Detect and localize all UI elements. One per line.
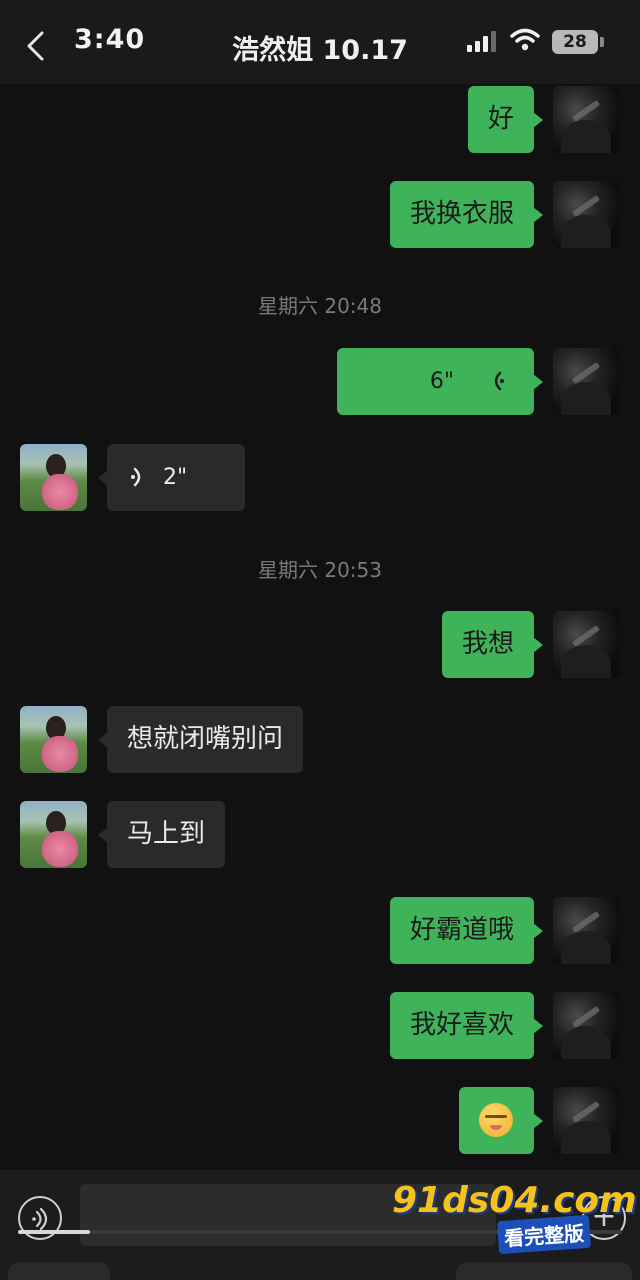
message-text: 好霸道哦 bbox=[409, 915, 514, 945]
message-text: 我好喜欢 bbox=[409, 1010, 514, 1040]
emoji-message-out[interactable] bbox=[459, 1087, 543, 1154]
self-avatar[interactable] bbox=[553, 1087, 620, 1154]
battery-tip bbox=[600, 37, 604, 47]
signal-icon bbox=[467, 31, 496, 52]
timestamp: 星期六 20:48 bbox=[258, 294, 382, 318]
message-bubble-out[interactable]: 好霸道哦 bbox=[389, 897, 544, 964]
timestamp: 星期六 20:53 bbox=[258, 558, 382, 582]
battery-icon: 28 bbox=[552, 30, 598, 54]
voice-duration: 2" bbox=[163, 465, 188, 490]
message-text: 马上到 bbox=[127, 819, 206, 849]
watermark-text: 91ds04.com bbox=[392, 1180, 637, 1221]
back-icon[interactable] bbox=[22, 30, 50, 62]
voice-wave-icon bbox=[494, 371, 504, 391]
message-bubble-out[interactable]: 我换衣服 bbox=[389, 181, 544, 248]
contact-avatar[interactable] bbox=[20, 444, 87, 511]
self-avatar[interactable] bbox=[553, 897, 620, 964]
self-avatar[interactable] bbox=[553, 181, 620, 248]
watermark-subtext: 看完整版 bbox=[496, 1214, 592, 1255]
contact-avatar[interactable] bbox=[20, 801, 87, 868]
message-bubble-out[interactable]: 我想 bbox=[441, 611, 544, 678]
message-bubble-in[interactable]: 想就闭嘴别问 bbox=[97, 706, 304, 773]
message-bubble-in[interactable]: 马上到 bbox=[97, 801, 226, 868]
message-text: 我换衣服 bbox=[409, 199, 514, 229]
voice-message-out[interactable]: 6" bbox=[337, 348, 543, 415]
message-text: 我想 bbox=[461, 629, 514, 659]
message-text: 好 bbox=[487, 104, 514, 134]
voice-wave-icon bbox=[131, 467, 141, 487]
voice-message-in[interactable]: 2" bbox=[98, 444, 245, 511]
self-avatar[interactable] bbox=[553, 348, 620, 415]
self-avatar[interactable] bbox=[553, 611, 620, 678]
message-bubble-out[interactable]: 好 bbox=[467, 86, 544, 153]
message-text: 想就闭嘴别问 bbox=[127, 724, 284, 754]
bottom-left-control[interactable] bbox=[8, 1262, 110, 1280]
wifi-icon bbox=[510, 28, 540, 51]
contact-avatar[interactable] bbox=[20, 706, 87, 773]
self-avatar[interactable] bbox=[553, 86, 620, 153]
bottom-right-control[interactable] bbox=[456, 1262, 632, 1280]
grinning-face-emoji-icon bbox=[479, 1103, 513, 1137]
watermark-logo: 91ds04.com 看完整版 bbox=[392, 1180, 637, 1255]
self-avatar[interactable] bbox=[553, 992, 620, 1059]
voice-wave-icon bbox=[32, 1208, 48, 1230]
message-bubble-out[interactable]: 我好喜欢 bbox=[389, 992, 544, 1059]
chat-messages[interactable]: 好 我换衣服 星期六 20:48 6" 2" 星期六 20:53 我想 想就闭嘴… bbox=[0, 84, 640, 1170]
chat-title: 浩然姐 10.17 bbox=[232, 35, 408, 66]
header-bar: 3:40 浩然姐 10.17 28 bbox=[0, 0, 640, 84]
voice-duration: 6" bbox=[429, 369, 454, 394]
video-progress-fill bbox=[18, 1230, 91, 1234]
status-time: 3:40 bbox=[74, 24, 146, 55]
